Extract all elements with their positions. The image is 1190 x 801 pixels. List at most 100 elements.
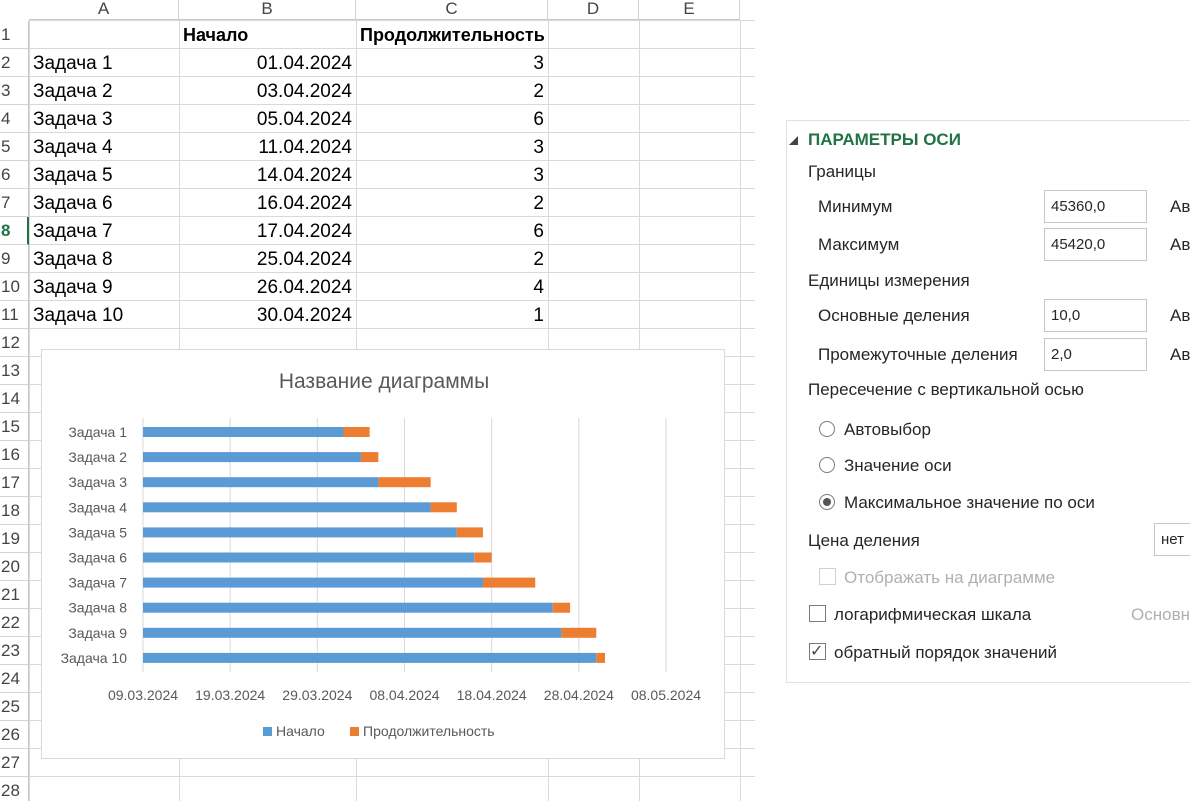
- cell-b11[interactable]: 30.04.2024: [179, 301, 356, 329]
- radio-auto[interactable]: [819, 421, 835, 437]
- row-header-26[interactable]: 26: [0, 721, 29, 749]
- row-header-27[interactable]: 27: [0, 749, 29, 777]
- maximum-input[interactable]: 45420,0: [1044, 228, 1147, 261]
- row-header-8[interactable]: 8: [0, 217, 29, 245]
- cell-c10[interactable]: 4: [356, 273, 548, 301]
- cell-c9[interactable]: 2: [356, 245, 548, 273]
- radio-max-value[interactable]: [819, 494, 835, 510]
- x-tick-label: 19.03.2024: [195, 687, 265, 703]
- major-unit-input[interactable]: 10,0: [1044, 299, 1147, 332]
- units-label: Единицы измерения: [808, 271, 970, 290]
- row-header-28[interactable]: 28: [0, 777, 29, 801]
- cell-a7[interactable]: Задача 6: [29, 189, 179, 217]
- minor-unit-input[interactable]: 2,0: [1044, 338, 1147, 371]
- column-header-e[interactable]: E: [639, 0, 740, 20]
- row-header-21[interactable]: 21: [0, 581, 29, 609]
- row-header-11[interactable]: 11: [0, 301, 29, 329]
- section-title[interactable]: ПАРАМЕТРЫ ОСИ: [808, 130, 961, 150]
- minimum-auto-button[interactable]: Ав: [1170, 197, 1190, 217]
- row-header-13[interactable]: 13: [0, 357, 29, 385]
- radio-axis-value[interactable]: [819, 457, 835, 473]
- row-header-10[interactable]: 10: [0, 273, 29, 301]
- cell-b6[interactable]: 14.04.2024: [179, 161, 356, 189]
- category-label: Задача 2: [68, 449, 127, 465]
- cell-a11[interactable]: Задача 10: [29, 301, 179, 329]
- column-header-a[interactable]: A: [29, 0, 179, 20]
- display-units-label: Цена деления: [808, 531, 920, 550]
- row-header-20[interactable]: 20: [0, 553, 29, 581]
- cell-a6[interactable]: Задача 5: [29, 161, 179, 189]
- major-unit-auto-button[interactable]: Ав: [1170, 306, 1190, 326]
- bar-duration: [360, 452, 379, 463]
- cell-a2[interactable]: Задача 1: [29, 49, 179, 77]
- bar-duration: [596, 652, 605, 663]
- row-header-5[interactable]: 5: [0, 133, 29, 161]
- bar-duration: [552, 602, 571, 613]
- legend-swatch-duration: [350, 727, 359, 736]
- cell-c3[interactable]: 2: [356, 77, 548, 105]
- cell-b7[interactable]: 16.04.2024: [179, 189, 356, 217]
- cell-a4[interactable]: Задача 3: [29, 105, 179, 133]
- column-header-b[interactable]: B: [179, 0, 356, 20]
- header-cell-start[interactable]: Начало: [179, 21, 356, 49]
- row-header-23[interactable]: 23: [0, 637, 29, 665]
- column-header-d[interactable]: D: [548, 0, 639, 20]
- row-header-9[interactable]: 9: [0, 245, 29, 273]
- cell-a8[interactable]: Задача 7: [29, 217, 179, 245]
- x-tick-label: 28.04.2024: [544, 687, 614, 703]
- cell-c8[interactable]: 6: [356, 217, 548, 245]
- header-cell-duration[interactable]: Продолжительность: [356, 21, 548, 49]
- row-header-3[interactable]: 3: [0, 77, 29, 105]
- log-scale-checkbox[interactable]: [809, 605, 826, 622]
- row-header-6[interactable]: 6: [0, 161, 29, 189]
- row-header-14[interactable]: 14: [0, 385, 29, 413]
- row-header-12[interactable]: 12: [0, 329, 29, 357]
- display-units-dropdown[interactable]: нет: [1154, 523, 1190, 556]
- cell-b4[interactable]: 05.04.2024: [179, 105, 356, 133]
- row-header-19[interactable]: 19: [0, 525, 29, 553]
- cell-c2[interactable]: 3: [356, 49, 548, 77]
- row-header-22[interactable]: 22: [0, 609, 29, 637]
- category-label: Задача 10: [61, 650, 128, 666]
- minimum-input[interactable]: 45360,0: [1044, 190, 1147, 223]
- cell-b2[interactable]: 01.04.2024: [179, 49, 356, 77]
- row-header-7[interactable]: 7: [0, 189, 29, 217]
- category-label: Задача 7: [68, 575, 127, 591]
- gantt-chart[interactable]: Название диаграммы 09.03.2024 19.03.2024 29…: [41, 349, 725, 759]
- row-header-17[interactable]: 17: [0, 469, 29, 497]
- cell-c4[interactable]: 6: [356, 105, 548, 133]
- radio-axis-value-label[interactable]: Значение оси: [844, 456, 952, 476]
- reverse-order-checkbox[interactable]: ✓: [809, 643, 826, 660]
- collapse-triangle-icon[interactable]: [789, 136, 798, 145]
- cell-c6[interactable]: 3: [356, 161, 548, 189]
- row-header-16[interactable]: 16: [0, 441, 29, 469]
- cell-b5[interactable]: 11.04.2024: [179, 133, 356, 161]
- row-header-18[interactable]: 18: [0, 497, 29, 525]
- spreadsheet[interactable]: ABCDE 1 2 3 4 5 6 7 8 9 10 11 12 13 14 15 16 17 18 19 20 21 2…: [0, 0, 755, 801]
- cell-b10[interactable]: 26.04.2024: [179, 273, 356, 301]
- radio-auto-label[interactable]: Автовыбор: [844, 420, 931, 440]
- column-header-c[interactable]: C: [356, 0, 548, 20]
- row-header-2[interactable]: 2: [0, 49, 29, 77]
- cell-b9[interactable]: 25.04.2024: [179, 245, 356, 273]
- row-header-24[interactable]: 24: [0, 665, 29, 693]
- maximum-label: Максимум: [818, 235, 900, 254]
- cell-a9[interactable]: Задача 8: [29, 245, 179, 273]
- row-header-1[interactable]: 1: [0, 21, 29, 49]
- log-scale-label[interactable]: логарифмическая шкала: [834, 605, 1031, 625]
- row-header-25[interactable]: 25: [0, 693, 29, 721]
- cell-a3[interactable]: Задача 2: [29, 77, 179, 105]
- row-header-4[interactable]: 4: [0, 105, 29, 133]
- radio-max-value-label[interactable]: Максимальное значение по оси: [844, 493, 1095, 513]
- maximum-auto-button[interactable]: Ав: [1170, 235, 1190, 255]
- row-header-15[interactable]: 15: [0, 413, 29, 441]
- cell-b8[interactable]: 17.04.2024: [179, 217, 356, 245]
- cell-c11[interactable]: 1: [356, 301, 548, 329]
- minor-unit-auto-button[interactable]: Ав: [1170, 345, 1190, 365]
- cell-c5[interactable]: 3: [356, 133, 548, 161]
- reverse-order-label[interactable]: обратный порядок значений: [834, 643, 1057, 663]
- cell-b3[interactable]: 03.04.2024: [179, 77, 356, 105]
- cell-a10[interactable]: Задача 9: [29, 273, 179, 301]
- cell-c7[interactable]: 2: [356, 189, 548, 217]
- cell-a5[interactable]: Задача 4: [29, 133, 179, 161]
